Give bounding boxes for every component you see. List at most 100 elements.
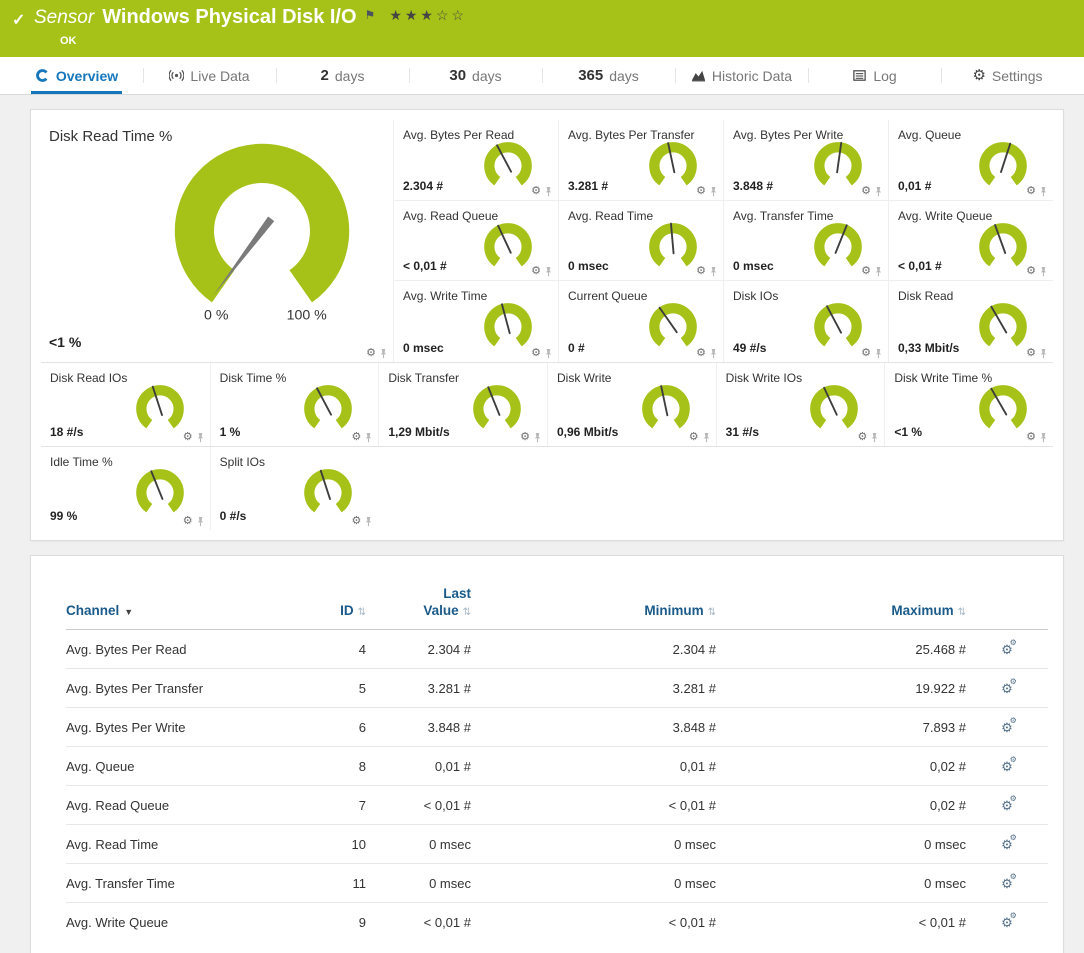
gauge-card[interactable]: Idle Time % 99 % ⚙ [41, 447, 210, 530]
gauge-gear-icon[interactable]: ⚙ [366, 348, 376, 359]
col-header-channel[interactable]: Channel▼ [66, 586, 281, 629]
cell-maximum: < 0,01 # [716, 902, 966, 941]
tab-log[interactable]: Log [808, 57, 941, 94]
channel-settings-gear-icon[interactable]: ⚙⚙ [1001, 916, 1013, 929]
gauge-card[interactable]: Avg. Bytes Per Write 3.848 # ⚙ [723, 120, 888, 201]
col-header-minimum[interactable]: Minimum⇅ [471, 586, 716, 629]
gauge-card[interactable]: Disk IOs 49 #/s ⚙ [723, 281, 888, 362]
sort-icon: ⇅ [358, 607, 366, 618]
gauge-dial [480, 296, 536, 354]
channel-settings-gear-icon[interactable]: ⚙⚙ [1001, 838, 1013, 851]
gauge-card[interactable]: Disk Read 0,33 Mbit/s ⚙ [888, 281, 1053, 362]
pin-icon[interactable] [709, 186, 718, 197]
gauge-dial [300, 378, 356, 436]
gauge-card[interactable]: Disk Write IOs 31 #/s ⚙ [716, 363, 885, 446]
gauge-gear-icon[interactable]: ⚙ [531, 266, 541, 277]
tab-live-data[interactable]: Live Data [143, 57, 276, 94]
gauge-gear-icon[interactable]: ⚙ [861, 266, 871, 277]
col-header-last-value[interactable]: Last Value⇅ [366, 586, 471, 629]
pin-icon[interactable] [702, 432, 711, 443]
pin-icon[interactable] [379, 348, 388, 359]
gauge-card[interactable]: Disk Transfer 1,29 Mbit/s ⚙ [378, 363, 547, 446]
channel-settings-gear-icon[interactable]: ⚙⚙ [1001, 799, 1013, 812]
priority-star-rating[interactable]: ★★★☆☆ [383, 6, 467, 24]
gauge-card[interactable]: Disk Write Time % <1 % ⚙ [884, 363, 1053, 446]
gauge-gear-icon[interactable]: ⚙ [696, 266, 706, 277]
gauge-card[interactable]: Current Queue 0 # ⚙ [558, 281, 723, 362]
gauge-gear-icon[interactable]: ⚙ [183, 516, 193, 527]
gauge-card[interactable]: Split IOs 0 #/s ⚙ [210, 447, 379, 530]
gauge-card[interactable]: Avg. Read Time 0 msec ⚙ [558, 201, 723, 282]
pin-icon[interactable] [544, 266, 553, 277]
channel-gauge-value: 3.281 # [568, 179, 608, 193]
pin-icon[interactable] [709, 348, 718, 359]
channel-settings-gear-icon[interactable]: ⚙⚙ [1001, 643, 1013, 656]
pin-icon[interactable] [874, 348, 883, 359]
channel-settings-gear-icon[interactable]: ⚙⚙ [1001, 682, 1013, 695]
pin-icon[interactable] [196, 516, 205, 527]
pin-icon[interactable] [1039, 432, 1048, 443]
cell-channel: Avg. Read Time [66, 824, 281, 863]
pin-icon[interactable] [1039, 186, 1048, 197]
gauge-gear-icon[interactable]: ⚙ [520, 432, 530, 443]
gauge-card[interactable]: Avg. Queue 0,01 # ⚙ [888, 120, 1053, 201]
pin-icon[interactable] [533, 432, 542, 443]
gauge-card[interactable]: Avg. Read Queue < 0,01 # ⚙ [393, 201, 558, 282]
gauge-gear-icon[interactable]: ⚙ [696, 348, 706, 359]
gauge-gear-icon[interactable]: ⚙ [183, 432, 193, 443]
gauge-card[interactable]: Disk Read IOs 18 #/s ⚙ [41, 363, 210, 446]
tab-365-days[interactable]: 365 days [542, 57, 675, 94]
tab-2-days[interactable]: 2 days [276, 57, 409, 94]
gauge-gear-icon[interactable]: ⚙ [1026, 266, 1036, 277]
gauge-gear-icon[interactable]: ⚙ [689, 432, 699, 443]
pin-icon[interactable] [1039, 348, 1048, 359]
gauge-card[interactable]: Avg. Write Time 0 msec ⚙ [393, 281, 558, 362]
pin-icon[interactable] [870, 432, 879, 443]
tab-overview[interactable]: Overview [10, 57, 143, 94]
gauge-gear-icon[interactable]: ⚙ [861, 186, 871, 197]
channel-table-panel: Channel▼ ID⇅ Last Value⇅ Minimum⇅ Maximu… [30, 555, 1064, 953]
gauge-dial [645, 296, 701, 354]
channel-settings-gear-icon[interactable]: ⚙⚙ [1001, 721, 1013, 734]
gauge-gear-icon[interactable]: ⚙ [1026, 432, 1036, 443]
pin-icon[interactable] [874, 266, 883, 277]
gauge-gear-icon[interactable]: ⚙ [531, 348, 541, 359]
gauge-card[interactable]: Avg. Transfer Time 0 msec ⚙ [723, 201, 888, 282]
channel-settings-gear-icon[interactable]: ⚙⚙ [1001, 760, 1013, 773]
pin-icon[interactable] [544, 186, 553, 197]
primary-channel-gauge-card[interactable]: Disk Read Time % 0 % 100 % <1 % ⚙ [41, 120, 393, 362]
pin-icon[interactable] [874, 186, 883, 197]
gauge-card[interactable]: Avg. Bytes Per Read 2.304 # ⚙ [393, 120, 558, 201]
col-header-id[interactable]: ID⇅ [281, 586, 366, 629]
gauge-gear-icon[interactable]: ⚙ [351, 516, 361, 527]
primary-channel-value: <1 % [49, 334, 81, 350]
gauge-gear-icon[interactable]: ⚙ [696, 186, 706, 197]
gauge-gear-icon[interactable]: ⚙ [531, 186, 541, 197]
tab-historic-data[interactable]: Historic Data [675, 57, 808, 94]
gauge-gear-icon[interactable]: ⚙ [861, 348, 871, 359]
gauge-gear-icon[interactable]: ⚙ [1026, 348, 1036, 359]
primary-gauge-dial: 0 % 100 % [153, 138, 371, 324]
tab-settings[interactable]: ⚙ Settings [941, 57, 1074, 94]
cell-maximum: 0,02 # [716, 785, 966, 824]
gauge-card[interactable]: Disk Time % 1 % ⚙ [210, 363, 379, 446]
channel-settings-gear-icon[interactable]: ⚙⚙ [1001, 877, 1013, 890]
sort-icon: ⇅ [958, 607, 966, 618]
gauge-card[interactable]: Avg. Write Queue < 0,01 # ⚙ [888, 201, 1053, 282]
pin-icon[interactable] [196, 432, 205, 443]
sensor-header-main: Sensor Windows Physical Disk I/O ⚑ ★★★☆☆… [34, 6, 467, 57]
pin-icon[interactable] [364, 516, 373, 527]
gauge-gear-icon[interactable]: ⚙ [1026, 186, 1036, 197]
gauge-card[interactable]: Avg. Bytes Per Transfer 3.281 # ⚙ [558, 120, 723, 201]
gauge-gear-icon[interactable]: ⚙ [351, 432, 361, 443]
gauge-card[interactable]: Disk Write 0,96 Mbit/s ⚙ [547, 363, 716, 446]
pin-icon[interactable] [544, 348, 553, 359]
gauge-gear-icon[interactable]: ⚙ [857, 432, 867, 443]
cell-last-value: < 0,01 # [366, 902, 471, 941]
pin-icon[interactable] [1039, 266, 1048, 277]
tab-30-days[interactable]: 30 days [409, 57, 542, 94]
col-header-maximum[interactable]: Maximum⇅ [716, 586, 966, 629]
pin-icon[interactable] [364, 432, 373, 443]
pin-icon[interactable] [709, 266, 718, 277]
cell-channel: Avg. Bytes Per Write [66, 707, 281, 746]
